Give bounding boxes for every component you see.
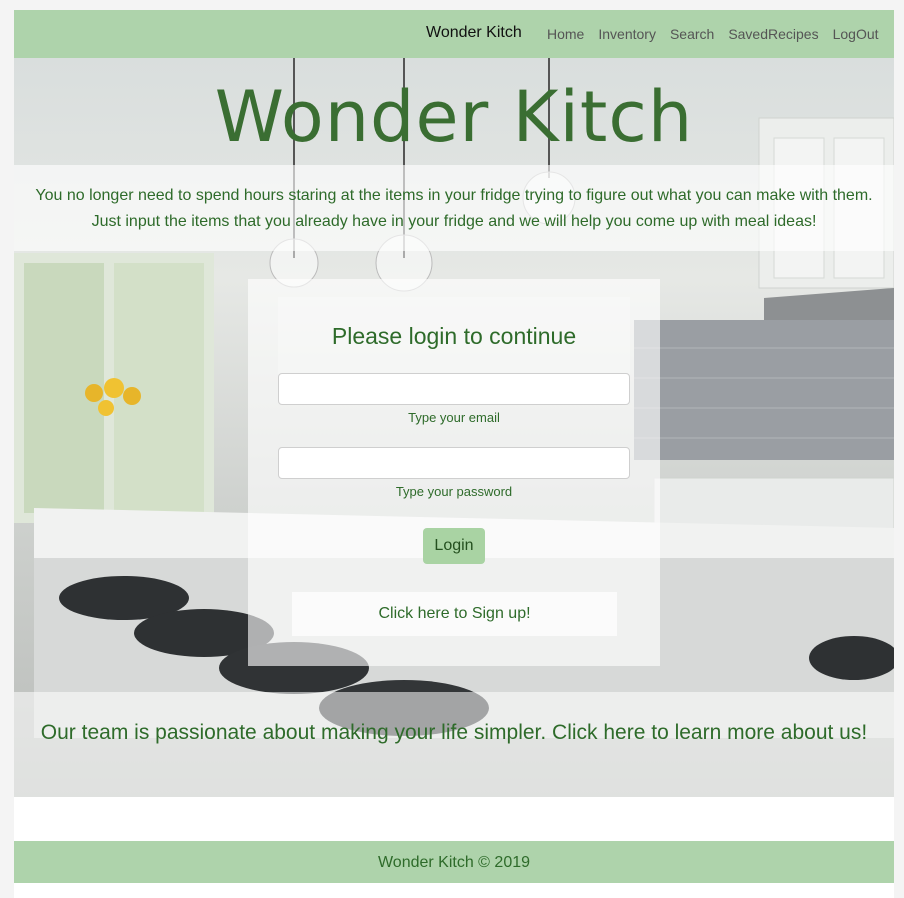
nav-links: Home Inventory Search SavedRecipes LogOu… bbox=[547, 26, 879, 42]
email-help-text: Type your email bbox=[408, 410, 500, 425]
footer: Wonder Kitch © 2019 bbox=[14, 841, 894, 883]
password-help-text: Type your password bbox=[395, 484, 513, 499]
nav-link-search[interactable]: Search bbox=[670, 26, 714, 42]
nav-link-inventory[interactable]: Inventory bbox=[598, 26, 656, 42]
footer-text: Wonder Kitch © 2019 bbox=[377, 854, 531, 871]
hero-section: Wonder Kitch You no longer need to spend… bbox=[14, 58, 894, 797]
about-panel[interactable]: Our team is passionate about making your… bbox=[14, 692, 894, 797]
login-button[interactable]: Login bbox=[423, 528, 485, 564]
login-panel: Please login to continue Type your email… bbox=[248, 279, 660, 666]
nav-link-home[interactable]: Home bbox=[547, 26, 584, 42]
signup-link[interactable]: Click here to Sign up! bbox=[292, 605, 617, 623]
signup-link-box[interactable]: Click here to Sign up! bbox=[292, 592, 617, 636]
password-field[interactable] bbox=[278, 447, 630, 479]
nav-link-saved-recipes[interactable]: SavedRecipes bbox=[728, 26, 818, 42]
page-title: Wonder Kitch bbox=[214, 76, 694, 158]
navbar: Wonder Kitch Home Inventory Search Saved… bbox=[14, 10, 894, 58]
page-frame: Wonder Kitch Home Inventory Search Saved… bbox=[14, 10, 894, 898]
about-link-text[interactable]: Our team is passionate about making your… bbox=[34, 719, 874, 746]
email-field[interactable] bbox=[278, 373, 630, 405]
intro-text: You no longer need to spend hours starin… bbox=[35, 187, 873, 230]
navbar-brand[interactable]: Wonder Kitch bbox=[426, 24, 522, 42]
login-title: Please login to continue bbox=[331, 323, 577, 349]
intro-panel: You no longer need to spend hours starin… bbox=[14, 165, 894, 251]
nav-link-logout[interactable]: LogOut bbox=[833, 26, 879, 42]
